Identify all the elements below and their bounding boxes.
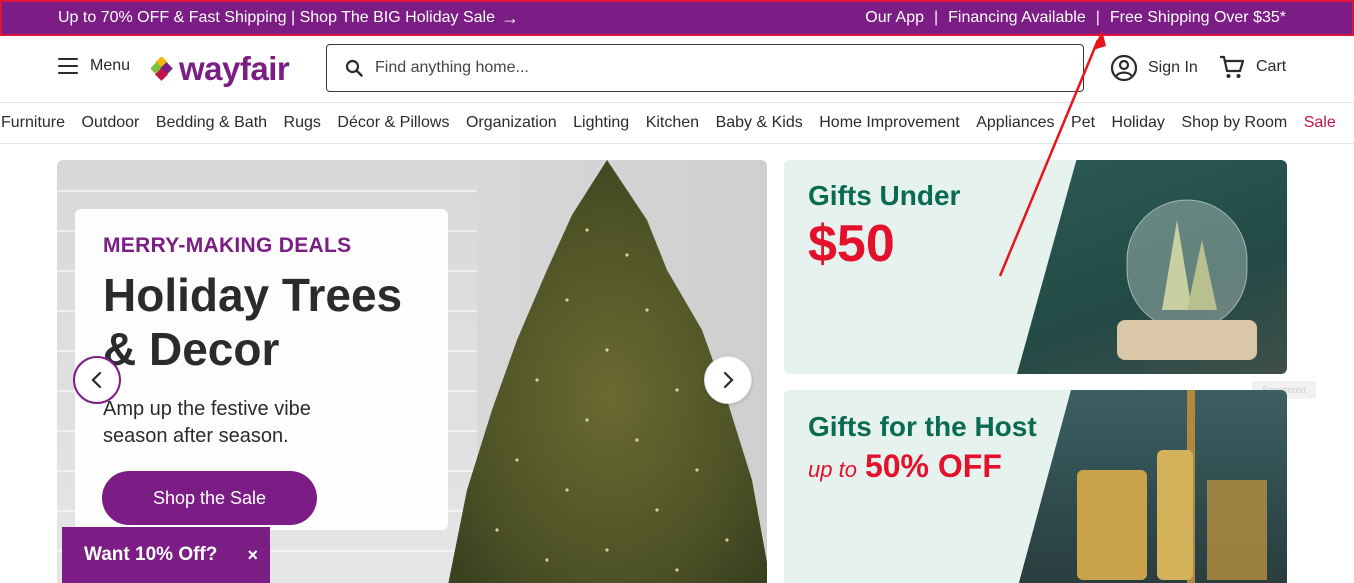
snow-globe-illustration (1117, 199, 1257, 360)
category-nav: Furniture Outdoor Bedding & Bath Rugs Dé… (0, 102, 1354, 144)
card2-offer: up to 50% OFF (808, 448, 1002, 485)
sign-in-button[interactable]: Sign In (1110, 54, 1198, 82)
card1-price: $50 (808, 215, 895, 273)
hero-banner[interactable]: MERRY-MAKING DEALS Holiday Trees & Decor… (57, 160, 767, 583)
discount-signup-label: Want 10% Off? (84, 544, 218, 565)
menu-label: Menu (90, 57, 131, 74)
cart-label: Cart (1256, 58, 1287, 75)
promo-links: Our App | Financing Available | Free Shi… (865, 9, 1286, 27)
nav-item-pet[interactable]: Pet (1071, 114, 1095, 132)
sign-in-label: Sign In (1148, 59, 1198, 76)
shop-the-sale-button[interactable]: Shop the Sale (102, 471, 317, 525)
holiday-sale-link[interactable]: Up to 70% OFF & Fast Shipping | Shop The… (58, 8, 519, 29)
site-header: Menu wayfair Sign In Cart (0, 36, 1354, 102)
nav-item-home-improvement[interactable]: Home Improvement (819, 114, 960, 132)
search-icon[interactable] (345, 59, 363, 77)
search-box (326, 44, 1084, 92)
nav-item-rugs[interactable]: Rugs (284, 114, 321, 132)
gifts-for-host-card[interactable]: Gifts for the Host up to 50% OFF (784, 390, 1287, 583)
wayfair-logo[interactable]: wayfair (151, 50, 290, 88)
hero-text-card: MERRY-MAKING DEALS Holiday Trees & Decor… (75, 209, 448, 530)
barware-illustration (1077, 390, 1267, 583)
barware-image (1017, 390, 1287, 583)
hero-title: Holiday Trees & Decor (103, 268, 420, 376)
card2-title: Gifts for the Host (808, 411, 1037, 442)
carousel-prev-button[interactable] (73, 356, 121, 404)
promo-bar: Up to 70% OFF & Fast Shipping | Shop The… (0, 0, 1354, 36)
chevron-left-icon (91, 371, 102, 389)
search-input[interactable] (375, 59, 1055, 77)
carousel-next-button[interactable] (704, 356, 752, 404)
nav-item-organization[interactable]: Organization (466, 114, 557, 132)
nav-item-decor-pillows[interactable]: Décor & Pillows (337, 114, 449, 132)
holiday-sale-text: Up to 70% OFF & Fast Shipping | Shop The… (58, 9, 495, 26)
nav-item-lighting[interactable]: Lighting (573, 114, 629, 132)
nav-item-holiday[interactable]: Holiday (1112, 114, 1165, 132)
nav-item-bedding-bath[interactable]: Bedding & Bath (156, 114, 267, 132)
nav-item-outdoor[interactable]: Outdoor (82, 114, 140, 132)
nav-item-baby-kids[interactable]: Baby & Kids (716, 114, 803, 132)
free-shipping-link[interactable]: Free Shipping Over $35* (1110, 9, 1286, 27)
discount-signup-tab[interactable]: Want 10% Off? × (62, 527, 270, 583)
close-icon[interactable]: × (247, 545, 258, 566)
nav-item-shop-by-room[interactable]: Shop by Room (1181, 114, 1287, 132)
wayfair-logo-mark-icon (151, 57, 173, 81)
nav-item-kitchen[interactable]: Kitchen (646, 114, 699, 132)
hero-title-line2: & Decor (103, 323, 280, 375)
our-app-link[interactable]: Our App (865, 9, 924, 27)
snow-globe-image (1017, 160, 1287, 374)
nav-item-appliances[interactable]: Appliances (976, 114, 1054, 132)
hero-subtitle: Amp up the festive vibe season after sea… (103, 398, 311, 447)
hamburger-icon (58, 58, 78, 74)
hero-eyebrow: MERRY-MAKING DEALS (103, 234, 352, 257)
card2-upto: up to (808, 457, 857, 482)
arrow-right-icon: → (500, 7, 519, 28)
gifts-under-50-card[interactable]: Gifts Under $50 (784, 160, 1287, 374)
user-account-icon (1110, 54, 1138, 82)
nav-item-sale[interactable]: Sale (1304, 114, 1336, 132)
hero-title-line1: Holiday Trees (103, 269, 403, 321)
cart-button[interactable]: Cart (1218, 54, 1286, 80)
financing-link[interactable]: Financing Available (948, 9, 1086, 27)
cart-icon (1220, 55, 1245, 78)
logo-text: wayfair (179, 50, 290, 87)
divider: | (1095, 9, 1100, 26)
card1-title: Gifts Under (808, 180, 961, 211)
divider: | (934, 9, 939, 26)
card2-discount: 50% OFF (864, 448, 1002, 484)
chevron-right-icon (723, 371, 734, 389)
nav-item-furniture[interactable]: Furniture (1, 114, 65, 132)
menu-button[interactable]: Menu (58, 57, 130, 75)
